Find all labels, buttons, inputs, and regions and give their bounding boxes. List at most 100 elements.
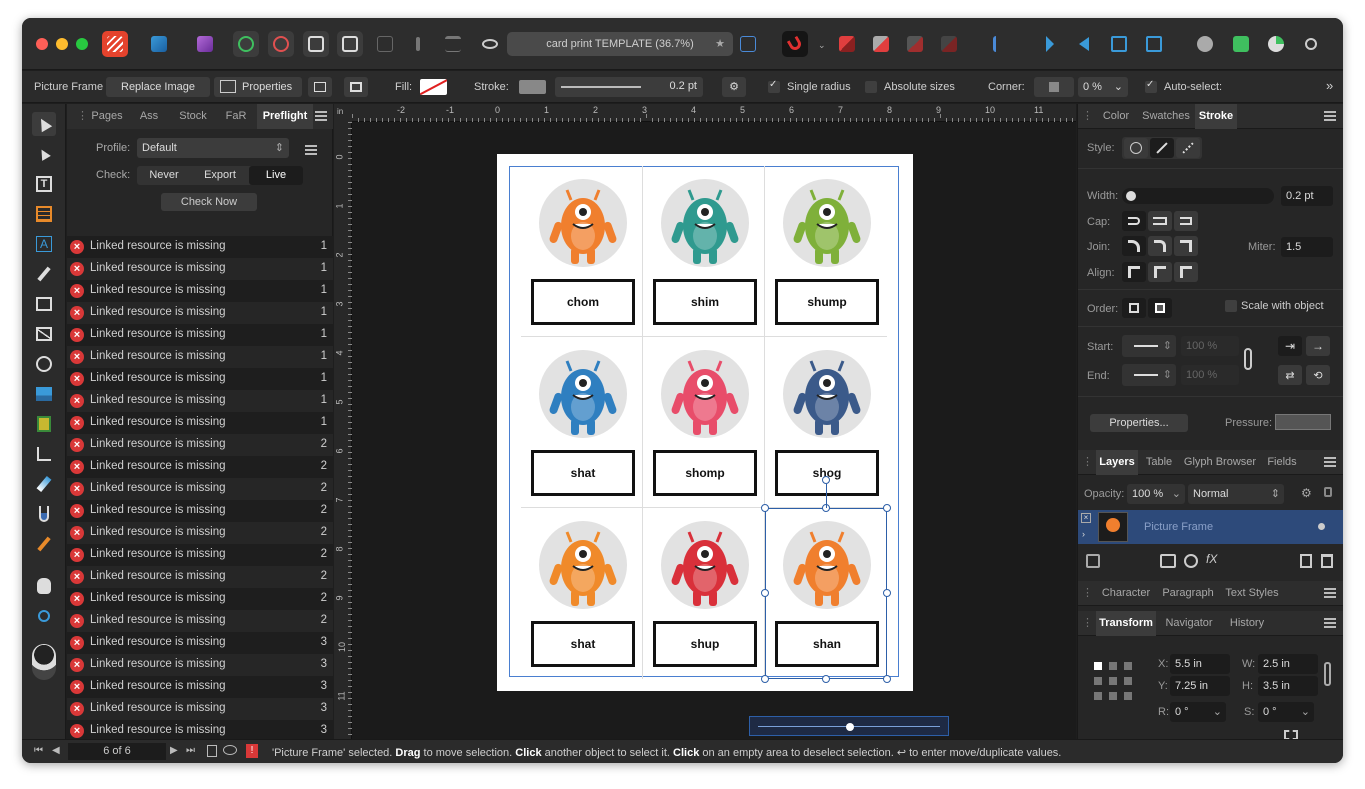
check-never-option[interactable]: Never (137, 166, 191, 185)
no-stroke-icon[interactable] (1124, 138, 1148, 158)
table-icon[interactable] (440, 31, 466, 57)
preflight-item[interactable]: × Linked resource is missing 3 (67, 632, 333, 654)
vector-crop-tool-icon[interactable] (32, 412, 56, 436)
add-layer-icon[interactable] (1300, 554, 1312, 568)
selection-box[interactable] (765, 508, 887, 679)
stroke-front-fill-icon[interactable] (1148, 298, 1172, 318)
publisher-persona-icon[interactable] (102, 31, 128, 57)
check-now-button[interactable]: Check Now (161, 193, 257, 211)
expand-layer-chevron-icon[interactable]: › (1082, 529, 1085, 539)
move-tool-icon[interactable] (32, 112, 56, 136)
view-mode-icon[interactable] (223, 745, 237, 755)
tab-transform[interactable]: Transform (1096, 611, 1156, 636)
card-cell[interactable]: shim (643, 166, 765, 337)
round-cap-icon[interactable] (1148, 211, 1172, 231)
preflight-item[interactable]: × Linked resource is missing 3 (67, 654, 333, 676)
tab-stock[interactable]: Stock (171, 104, 215, 129)
boolean-subtract-icon[interactable] (1228, 31, 1254, 57)
profile-dropdown[interactable]: Default ⇕ (137, 138, 289, 158)
hand-tool-icon[interactable] (32, 574, 56, 598)
last-page-icon[interactable]: ⏭ (186, 745, 195, 756)
tab-find-replace[interactable]: FaR (217, 104, 255, 129)
square-cap-icon[interactable] (1174, 211, 1198, 231)
fill-tool-icon[interactable] (32, 502, 56, 526)
tab-assets[interactable]: Ass (129, 104, 169, 129)
corner-value-field[interactable]: 0 % ⌄ (1078, 77, 1128, 97)
solid-line-icon[interactable] (1150, 138, 1174, 158)
dashed-line-icon[interactable] (1176, 138, 1200, 158)
y-position-field[interactable]: 7.25 in (1170, 676, 1230, 696)
layers-panel-menu-icon[interactable] (1324, 457, 1336, 467)
card-cell[interactable]: shump (765, 166, 887, 337)
picture-frame-tool-icon[interactable] (32, 322, 56, 346)
flip-horizontal-icon[interactable] (1037, 31, 1063, 57)
round-join-icon[interactable] (1148, 236, 1172, 256)
color-wheel-icon[interactable] (32, 642, 56, 682)
snapping-magnet-icon[interactable] (782, 31, 808, 57)
tab-navigator[interactable]: Navigator (1158, 611, 1220, 636)
layers-panel-grip-icon[interactable]: ⋮ (1082, 450, 1093, 475)
miter-value-field[interactable]: 1.5 (1281, 237, 1333, 257)
height-field[interactable]: 3.5 in (1258, 676, 1318, 696)
reset-arrowheads-icon[interactable]: ⟲ (1306, 365, 1330, 385)
preflight-item[interactable]: × Linked resource is missing 2 (67, 478, 333, 500)
master-page-icon[interactable] (303, 31, 329, 57)
link-scale-chain-icon[interactable] (1244, 348, 1252, 370)
width-value-field[interactable]: 0.2 pt (1281, 186, 1333, 206)
properties-button[interactable]: Properties (214, 77, 302, 97)
stroke-panel-menu-icon[interactable] (1324, 111, 1336, 121)
zoom-tool-icon[interactable] (32, 604, 56, 628)
panel-menu-icon[interactable] (315, 111, 327, 121)
card-cell[interactable]: chom (521, 166, 643, 337)
start-scale-field[interactable]: 100 % (1181, 336, 1239, 356)
stroke-panel-grip-icon[interactable]: ⋮ (1082, 104, 1093, 129)
text-panel-grip-icon[interactable]: ⋮ (1082, 581, 1093, 606)
fill-swatch[interactable] (420, 79, 447, 95)
tab-history[interactable]: History (1222, 611, 1272, 636)
card-cell[interactable]: shat (521, 337, 643, 508)
expand-toolbar-icon[interactable]: » (1326, 78, 1333, 93)
move-backward-icon[interactable] (936, 31, 962, 57)
horizontal-ruler[interactable]: -2 -1 0 1 2 3 4 5 6 7 8 9 10 11 (352, 104, 1076, 122)
selection-handle[interactable] (883, 589, 891, 597)
tab-color[interactable]: Color (1096, 104, 1136, 129)
lock-aspect-chain-icon[interactable] (1324, 662, 1331, 686)
text-frame-icon[interactable] (735, 31, 761, 57)
end-scale-field[interactable]: 100 % (1181, 365, 1239, 385)
scale-with-object-checkbox[interactable] (1225, 300, 1237, 312)
bevel-join-icon[interactable] (1174, 236, 1198, 256)
tab-character[interactable]: Character (1096, 581, 1156, 606)
user-account-icon[interactable] (1298, 31, 1324, 57)
stroke-properties-button[interactable]: Properties... (1090, 414, 1188, 432)
previous-page-icon[interactable]: ◀ (52, 745, 60, 756)
absolute-sizes-checkbox[interactable] (865, 81, 877, 93)
x-position-field[interactable]: 5.5 in (1170, 654, 1230, 674)
panel-grip-icon[interactable]: ⋮ (77, 104, 88, 129)
picture-frame-icon[interactable] (372, 31, 398, 57)
check-live-option[interactable]: Live (249, 166, 303, 185)
replace-image-button[interactable]: Replace Image (106, 77, 210, 97)
auto-select-checkbox[interactable] (1145, 79, 1157, 93)
preflight-item[interactable]: × Linked resource is missing 2 (67, 456, 333, 478)
preflight-item[interactable]: × Linked resource is missing 1 (67, 412, 333, 434)
rectangle-tool-icon[interactable] (32, 292, 56, 316)
preflight-item[interactable]: × Linked resource is missing 3 (67, 720, 333, 739)
tab-stroke[interactable]: Stroke (1195, 104, 1237, 129)
selection-handle[interactable] (761, 675, 769, 683)
crop-tool-icon[interactable] (32, 442, 56, 466)
anchor-point[interactable] (1124, 677, 1132, 685)
profile-menu-icon[interactable] (305, 145, 317, 155)
pin-icon[interactable] (405, 31, 431, 57)
preflight-error-icon[interactable]: ! (246, 744, 258, 758)
stroke-swatch[interactable] (519, 80, 546, 94)
preflight-item[interactable]: × Linked resource is missing 1 (67, 390, 333, 412)
stroke-settings-gear-icon[interactable]: ⚙ (722, 77, 746, 97)
align-outside-stroke-icon[interactable] (1174, 262, 1198, 282)
preflight-item[interactable]: × Linked resource is missing 2 (67, 434, 333, 456)
document-title[interactable]: card print TEMPLATE (36.7%) ★ (507, 32, 733, 56)
card-cell[interactable]: shomp (643, 337, 765, 508)
preflight-item[interactable]: × Linked resource is missing 2 (67, 500, 333, 522)
page-layout-icon[interactable] (207, 745, 217, 757)
ellipse-frame-tool-icon[interactable] (32, 352, 56, 376)
boolean-intersect-icon[interactable] (1263, 31, 1289, 57)
